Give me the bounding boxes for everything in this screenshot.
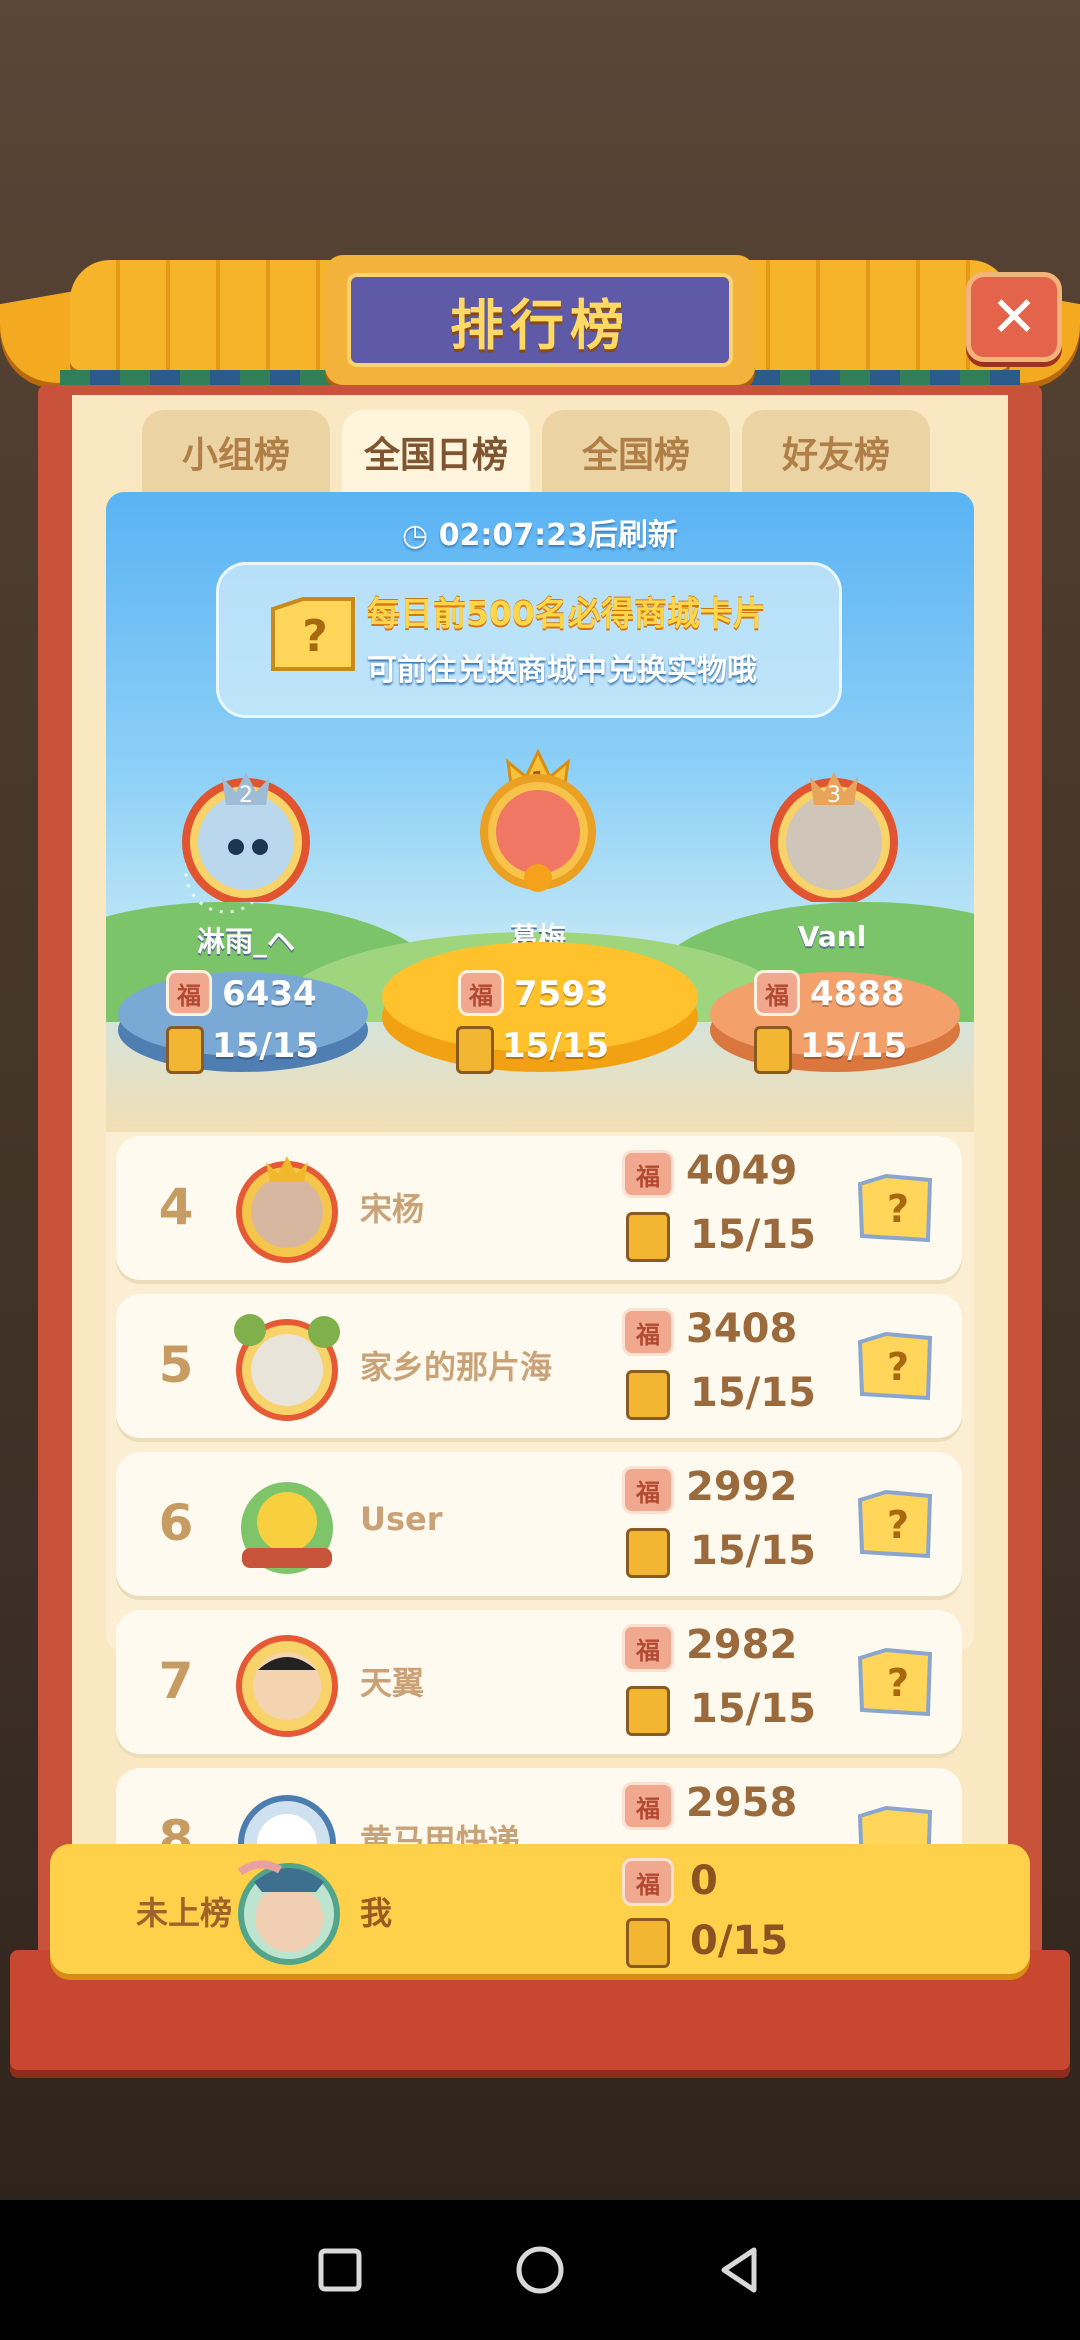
svg-text:3: 3: [827, 783, 841, 808]
svg-text:2: 2: [239, 783, 253, 808]
avatar: [234, 1314, 340, 1421]
refresh-countdown: ◷ 02:07:23后刷新: [106, 510, 974, 554]
svg-text:?: ?: [887, 1345, 909, 1389]
fu-icon: 福: [754, 970, 800, 1016]
back-triangle-icon: [721, 2247, 757, 2293]
list-row-5[interactable]: 5 家乡的那片海 福 3408 15/15 ?: [116, 1294, 962, 1438]
system-nav-bar: [0, 2200, 1080, 2340]
svg-text:?: ?: [887, 1187, 909, 1231]
row-name: 宋杨: [360, 1190, 425, 1228]
mystery-card-icon[interactable]: ?: [856, 1486, 936, 1562]
tab-group[interactable]: 小组榜: [142, 410, 330, 494]
tab-friends[interactable]: 好友榜: [742, 410, 930, 494]
fu-icon: 福: [622, 1308, 674, 1356]
avatar: [236, 1635, 338, 1737]
book-icon: [626, 1528, 670, 1578]
row-count: 15/15: [690, 1212, 816, 1258]
circle-icon: [516, 2246, 564, 2294]
mystery-card-icon[interactable]: ?: [856, 1644, 936, 1720]
fu-icon: 福: [622, 1624, 674, 1672]
book-icon: [626, 1212, 670, 1262]
list-row-8[interactable]: 8 黄马甲快递 福 2958: [116, 1768, 962, 1844]
reward-banner: ? 每日前500名必得商城卡片 可前往兑换商城中兑换实物哦: [216, 562, 842, 718]
fu-icon: 福: [166, 970, 212, 1016]
mystery-card-icon[interactable]: ?: [856, 1328, 936, 1404]
podium-3-name: Vanl: [797, 920, 867, 953]
podium-3-score: 4888: [810, 974, 905, 1014]
title-plaque: 排行榜: [325, 255, 755, 385]
podium-2-score: 6434: [222, 974, 317, 1014]
row-rank: 6: [158, 1494, 194, 1552]
rank-2-avatar: 2: [182, 772, 310, 902]
avatar: [241, 1482, 333, 1574]
book-icon: [626, 1370, 670, 1420]
list-row-4[interactable]: 4 宋杨 福 4049 15/15 ?: [116, 1136, 962, 1280]
banner-line2: 可前往兑换商城中兑换实物哦: [367, 653, 757, 688]
mystery-card-icon[interactable]: ?: [856, 1170, 936, 1246]
recent-apps-button[interactable]: [300, 2230, 380, 2310]
fu-icon: 福: [458, 970, 504, 1016]
list-row-6[interactable]: 6 User 福 2992 15/15 ?: [116, 1452, 962, 1596]
tab-bar: 小组榜 全国日榜 全国榜 好友榜: [142, 410, 942, 494]
row-name: User: [360, 1500, 443, 1538]
row-name: 黄马甲快递: [360, 1822, 521, 1844]
row-name: 天翼: [360, 1664, 425, 1702]
banner-line1: 每日前500名必得商城卡片: [367, 594, 766, 633]
my-rank-text: 未上榜: [136, 1894, 233, 1932]
row-score: 2992: [686, 1464, 798, 1510]
clock-icon: ◷: [402, 518, 429, 553]
title-inner: 排行榜: [347, 273, 733, 367]
row-rank: 7: [158, 1652, 194, 1710]
row-score: 4049: [686, 1148, 798, 1194]
refresh-text: 02:07:23后刷新: [438, 518, 678, 553]
rank-3-avatar: 3: [770, 772, 898, 902]
fu-icon: 福: [622, 1782, 674, 1830]
row-count: 15/15: [690, 1686, 816, 1732]
row-count: 15/15: [690, 1370, 816, 1416]
svg-text:?: ?: [302, 611, 328, 662]
my-count: 0/15: [690, 1918, 789, 1964]
rank-1-avatar: 1: [480, 748, 596, 892]
book-icon: [626, 1918, 670, 1968]
page-title: 排行榜: [450, 293, 630, 357]
book-icon: [626, 1686, 670, 1736]
book-icon: [456, 1026, 494, 1074]
close-icon: ✕: [990, 284, 1038, 350]
list-row-7[interactable]: 7 天翼 福 2982 15/15 ?: [116, 1610, 962, 1754]
svg-text:?: ?: [887, 1661, 909, 1705]
book-icon: [754, 1026, 792, 1074]
mystery-card-icon: ?: [271, 597, 355, 671]
fu-icon: 福: [622, 1858, 674, 1906]
row-rank: 5: [158, 1336, 194, 1394]
back-button[interactable]: [700, 2230, 780, 2310]
tab-national[interactable]: 全国榜: [542, 410, 730, 494]
mystery-card-icon[interactable]: [856, 1802, 936, 1844]
tab-national-daily[interactable]: 全国日榜: [342, 410, 530, 494]
podium-1-score: 7593: [514, 974, 609, 1014]
podium-1-count: 15/15: [502, 1026, 610, 1066]
close-button[interactable]: ✕: [966, 272, 1062, 362]
my-rank-bar[interactable]: 未上榜 我 福 0 0/15: [50, 1844, 1030, 1974]
avatar: [238, 1795, 336, 1844]
home-button[interactable]: [500, 2230, 580, 2310]
book-icon: [166, 1026, 204, 1074]
my-name: 我: [360, 1894, 393, 1932]
podium-2-name: 淋雨_ヘ: [196, 925, 295, 958]
avatar: [237, 1860, 340, 1965]
podium-3-count: 15/15: [800, 1026, 908, 1066]
fu-icon: 福: [622, 1466, 674, 1514]
row-score: 3408: [686, 1306, 798, 1352]
row-rank: 4: [158, 1178, 194, 1236]
square-icon: [318, 2248, 362, 2292]
row-name: 家乡的那片海: [360, 1348, 553, 1386]
my-score: 0: [690, 1858, 718, 1904]
row-score: 2982: [686, 1622, 798, 1668]
svg-text:?: ?: [887, 1503, 909, 1547]
row-count: 15/15: [690, 1528, 816, 1574]
row-score: 2958: [686, 1780, 798, 1826]
podium-2-count: 15/15: [212, 1026, 320, 1066]
fu-icon: 福: [622, 1150, 674, 1198]
row-rank: 8: [158, 1810, 194, 1844]
avatar: [236, 1156, 338, 1263]
